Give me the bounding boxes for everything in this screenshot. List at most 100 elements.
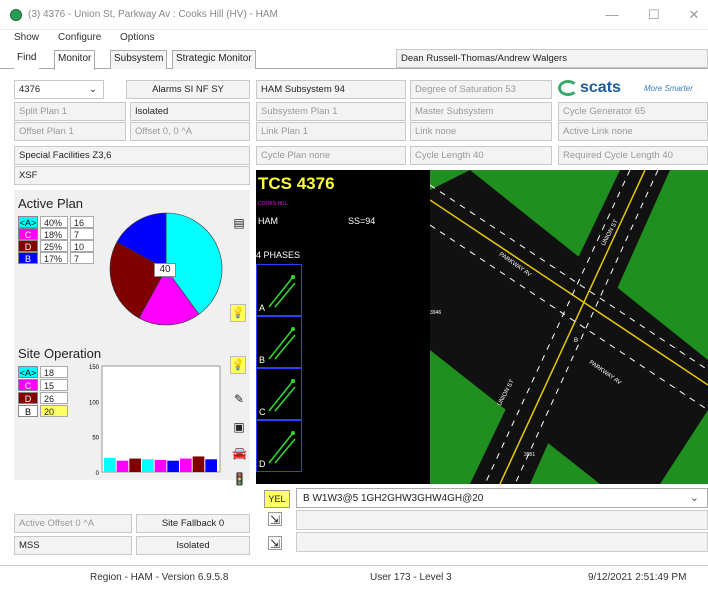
chevron-down-icon-2: ⌄ (689, 492, 699, 504)
site-operation-bar (167, 460, 179, 472)
plan-swatch: D (18, 240, 38, 252)
command-select[interactable]: B W1W3@5 1GH2GHW3GHW4GH@20 ⌄ (296, 488, 708, 508)
scats-logo: scats More Smarter (558, 78, 708, 100)
report-icon[interactable]: ▤ (232, 216, 246, 230)
site-operation-bar (104, 457, 116, 472)
plan-value: 16 (70, 216, 94, 228)
lightbulb-icon-2[interactable]: 💡 (230, 356, 246, 374)
site-fallback-field: Site Fallback 0 (136, 514, 250, 533)
tab-monitor[interactable]: Monitor (54, 50, 96, 70)
export-icon-2[interactable]: ⇲ (268, 536, 282, 551)
command-field-2[interactable] (296, 510, 708, 530)
phase-arrows-icon (268, 327, 296, 360)
cycle-length-field: Cycle Length 40 (410, 146, 552, 165)
menu-options[interactable]: Options (120, 32, 154, 43)
phase-box[interactable]: A (256, 264, 302, 316)
phase-arrows-icon (268, 379, 296, 412)
export-icon[interactable]: ⇲ (268, 512, 282, 527)
chart-plot-area (101, 365, 221, 473)
phase-box[interactable]: D (256, 420, 302, 472)
menu-configure[interactable]: Configure (58, 32, 101, 43)
cycle-plan-field: Cycle Plan none (256, 146, 406, 165)
plan-percent: 40% (40, 216, 68, 228)
site-operation-bar (142, 459, 154, 472)
special-facilities-field: Special Facilities Z3,6 (14, 146, 250, 165)
detector-number-2: 3951 (524, 452, 536, 458)
active-plan-row: C 18% 7 (18, 228, 98, 240)
site-select[interactable]: 4376 ⌄ (14, 80, 104, 99)
site-swatch: C (18, 379, 38, 391)
site-operation-row: <A> 18 (18, 366, 78, 378)
plan-swatch: C (18, 228, 38, 240)
plan-value: 7 (70, 228, 94, 240)
disk-icon[interactable]: ▣ (232, 420, 246, 434)
master-field: Master Subsystem (410, 102, 552, 121)
active-plan-title: Active Plan (18, 196, 84, 211)
subsystem-plan-field: Subsystem Plan 1 (256, 102, 406, 121)
phase-arrows-icon (268, 275, 296, 308)
maximize-icon[interactable]: ☐ (640, 6, 668, 24)
map-region-label: HAM (258, 216, 278, 226)
offset-field: Offset 0, 0 ^A (130, 122, 250, 141)
plan-value: 7 (70, 252, 94, 264)
car-icon[interactable]: 🚘 (232, 446, 247, 460)
y-tick-label: 150 (89, 365, 100, 371)
split-plan-field: Split Plan 1 (14, 102, 126, 121)
edit-icon[interactable]: ✎ (232, 392, 246, 406)
scats-logo-text: scats (580, 79, 621, 96)
site-operation-row: C 15 (18, 379, 78, 391)
site-operation-bar (129, 458, 141, 472)
subsystem-field: HAM Subsystem 94 (256, 80, 406, 99)
site-operation-bar (116, 460, 129, 472)
close-icon[interactable]: ✕ (680, 6, 708, 24)
dos-field: Degree of Saturation 53 (410, 80, 552, 99)
site-operation-row: B 20 (18, 405, 78, 417)
active-link-field: Active Link none (558, 122, 708, 141)
traffic-light-icon[interactable]: 🚦 (232, 472, 247, 486)
plan-swatch: <A> (18, 216, 38, 228)
site-value: 20 (40, 405, 68, 417)
phase-arrows-icon (268, 431, 296, 464)
offset-plan-field: Offset Plan 1 (14, 122, 126, 141)
status-datetime: 9/12/2021 2:51:49 PM (588, 572, 687, 583)
status-region: Region - HAM - Version 6.9.5.8 (90, 572, 229, 583)
intersection-map[interactable]: TCS 4376 COOKS HILL HAM SS=94 4 PHASES A… (256, 170, 708, 484)
yel-indicator[interactable]: YEL (264, 490, 290, 508)
tab-subsystem[interactable]: Subsystem (110, 50, 168, 69)
tab-strategic-monitor[interactable]: Strategic Monitor (172, 50, 256, 69)
link-field: Link none (410, 122, 552, 141)
xsf-field: XSF (14, 166, 250, 185)
site-operation-bar (180, 458, 192, 472)
minimize-icon[interactable]: — (598, 6, 626, 24)
link-plan-field: Link Plan 1 (256, 122, 406, 141)
plan-percent: 25% (40, 240, 68, 252)
alarms-field: Alarms SI NF SY (126, 80, 250, 99)
active-plan-row: <A> 40% 16 (18, 216, 98, 228)
active-offset-field: Active Offset 0 ^A (14, 514, 132, 533)
tab-find[interactable]: Find (14, 50, 40, 69)
site-select-value: 4376 (19, 84, 41, 95)
site-swatch: <A> (18, 366, 38, 378)
lower-isolated-field: Isolated (136, 536, 250, 555)
scats-logo-tagline: More Smarter (644, 84, 693, 93)
phase-box[interactable]: B (256, 316, 302, 368)
site-operation-bar (205, 459, 217, 472)
command-field-3[interactable] (296, 532, 708, 552)
y-tick-label: 0 (96, 471, 100, 477)
phase-box[interactable]: C (256, 368, 302, 420)
plan-value: 10 (70, 240, 94, 252)
map-ss-label: SS=94 (348, 216, 376, 226)
active-plan-row: B 17% 7 (18, 252, 98, 264)
plan-percent: 17% (40, 252, 68, 264)
isolated-field: Isolated (130, 102, 250, 121)
lightbulb-icon[interactable]: 💡 (230, 304, 246, 322)
junction-label: B (574, 338, 579, 344)
site-value: 26 (40, 392, 68, 404)
site-swatch: B (18, 405, 38, 417)
operators-field: Dean Russell-Thomas/Andrew Walgers (396, 49, 708, 68)
site-swatch: D (18, 392, 38, 404)
menu-show[interactable]: Show (14, 32, 39, 43)
mss-field: MSS (14, 536, 132, 555)
status-bar: Region - HAM - Version 6.9.5.8 User 173 … (0, 565, 708, 589)
cycle-generator-field: Cycle Generator 65 (558, 102, 708, 121)
